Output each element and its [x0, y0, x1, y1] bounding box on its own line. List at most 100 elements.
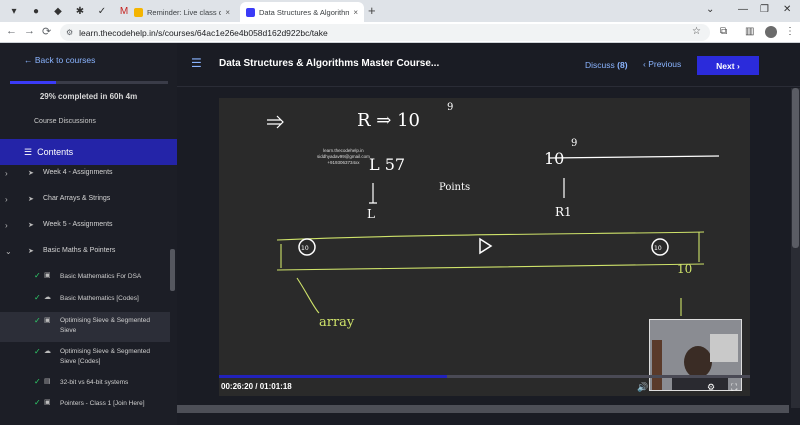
section-label: Week 4 - Assignments	[43, 169, 113, 176]
chrome-menu-icon[interactable]: ⋮	[785, 26, 795, 37]
browser-tab-strip: ▾ ● ◆ ✱ ✓ M Reminder: Live class on in -…	[0, 0, 800, 22]
address-bar-row: ← → ⟳ ⚙ learn.thecodehelp.in/s/courses/6…	[0, 22, 800, 43]
board-exp-1: 9	[447, 102, 453, 113]
video-icon: ▣	[44, 272, 51, 279]
forward-10-icon[interactable]: 10	[651, 238, 669, 256]
tab-reminder[interactable]: Reminder: Live class on in - ×	[128, 2, 236, 22]
check-icon: ✓	[34, 271, 41, 280]
url-field[interactable]: ⚙ learn.thecodehelp.in/s/courses/64ac1e2…	[60, 24, 710, 41]
lesson-item[interactable]: ✓ ▣ Pointers - Class 1 [Join Here]	[0, 397, 170, 417]
board-array-label: array	[319, 315, 355, 330]
check-icon: ✓	[34, 316, 41, 325]
page-scrollbar[interactable]	[791, 88, 800, 408]
board-points: Points	[439, 182, 470, 193]
tab-list-icon[interactable]: ▾	[6, 3, 22, 19]
hamburger-menu-icon[interactable]: ☰	[191, 56, 202, 70]
course-discussions-link[interactable]: Course Discussions	[34, 118, 96, 125]
site-info-icon[interactable]: ⚙	[66, 28, 73, 37]
restore-button[interactable]: ❐	[760, 4, 769, 15]
bell-icon	[134, 7, 143, 17]
document-icon: ▤	[44, 378, 51, 385]
discuss-label: Discuss	[585, 60, 615, 70]
check-icon: ✓	[34, 293, 41, 302]
new-tab-button[interactable]: +	[368, 3, 376, 18]
board-text-left: L 57	[369, 155, 405, 174]
url-text: learn.thecodehelp.in/s/courses/64ac1e26e…	[79, 27, 328, 38]
lesson-item-current[interactable]: ✓ ▣ Optimising Sieve & Segmented Sieve	[0, 312, 170, 342]
array-bottom-line	[276, 263, 705, 271]
lesson-item[interactable]: ✓ ☁ Basic Mathematics [Codes]	[0, 291, 170, 313]
lesson-item[interactable]: ✓ ▤ 32-bit vs 64-bit systems	[0, 376, 170, 396]
arrow-left-icon: ←	[24, 55, 35, 65]
back-label: Back to courses	[34, 55, 96, 65]
horizontal-scrollbar[interactable]	[177, 405, 789, 413]
section-label: Week 5 - Assignments	[43, 221, 113, 228]
current-time: 00:26:20	[221, 382, 254, 391]
next-button[interactable]: Next ›	[697, 56, 759, 75]
lesson-label: Basic Mathematics [Codes]	[60, 295, 139, 302]
settings-icon[interactable]: ⚙	[707, 382, 715, 393]
lesson-label: Optimising Sieve & Segmented Sieve	[60, 317, 150, 334]
lesson-label: Basic Mathematics For DSA	[60, 273, 142, 280]
previous-label: Previous	[648, 59, 682, 69]
board-bottom-right: 10	[677, 262, 692, 276]
back-to-courses-link[interactable]: ← Back to courses	[24, 55, 95, 65]
chevron-right-icon: ›	[5, 221, 8, 230]
lesson-label: 32-bit vs 64-bit systems	[60, 379, 129, 386]
board-text-r: R ⇒ 10	[357, 110, 420, 131]
previous-button[interactable]: ‹ Previous	[643, 59, 681, 69]
watermark-line: +9193063734xx	[327, 160, 360, 165]
section-label: Basic Maths & Pointers	[43, 247, 116, 254]
close-icon[interactable]: ×	[353, 8, 358, 17]
course-sidebar: ← Back to courses 29% completed in 60h 4…	[0, 43, 177, 425]
tab-favicon-3[interactable]: ✱	[72, 3, 88, 19]
check-icon: ✓	[34, 347, 41, 356]
array-top-line	[276, 231, 705, 241]
tab-search-icon[interactable]: ⌄	[706, 4, 714, 15]
close-window-button[interactable]: ✕	[783, 4, 791, 15]
line-scribble	[548, 155, 720, 159]
profile-avatar[interactable]	[765, 26, 777, 38]
video-icon: ▣	[44, 317, 51, 324]
code-icon: ☁	[44, 294, 51, 301]
minimize-button[interactable]: —	[738, 4, 748, 15]
tab-course[interactable]: Data Structures & Algorithms M ×	[240, 2, 364, 22]
lesson-label: Pointers - Class 1 [Join Here]	[60, 400, 145, 407]
chevron-right-icon: ›	[734, 60, 740, 71]
next-label: Next	[716, 60, 735, 71]
bullet-icon: ➤	[28, 196, 34, 203]
chevron-down-icon: ⌄	[5, 247, 12, 256]
tab-title: Reminder: Live class on in -	[147, 7, 222, 17]
board-text-right: 10	[544, 149, 564, 168]
bookmark-star-icon[interactable]: ☆	[692, 26, 701, 37]
video-seek-bar[interactable]	[219, 375, 750, 378]
side-panel-icon[interactable]: ▥	[745, 26, 754, 37]
extensions-icon[interactable]: ⧉	[720, 26, 727, 37]
fullscreen-icon[interactable]: ⛶	[731, 382, 737, 393]
forward-arrow-icon[interactable]: →	[24, 25, 35, 37]
back-arrow-icon[interactable]: ←	[6, 25, 17, 37]
progress-fill	[10, 81, 56, 84]
tab-favicon-4[interactable]: ✓	[94, 3, 110, 19]
play-icon[interactable]	[479, 237, 493, 255]
lesson-item[interactable]: ✓ ▣ Basic Mathematics For DSA	[0, 269, 170, 291]
reload-icon[interactable]: ⟳	[42, 25, 51, 38]
tab-favicon-2[interactable]: ◆	[50, 3, 66, 19]
discuss-link[interactable]: Discuss (8)	[585, 60, 628, 70]
duration: / 01:01:18	[255, 382, 292, 391]
forward-seconds: 10	[654, 245, 662, 252]
rewind-10-icon[interactable]: 10	[298, 238, 316, 256]
bullet-icon: ➤	[28, 170, 34, 177]
contents-header[interactable]: ☰ Contents	[0, 139, 177, 165]
page-scroll-thumb[interactable]	[792, 88, 799, 248]
course-header: ☰ Data Structures & Algorithms Master Co…	[177, 43, 800, 87]
video-player[interactable]: R ⇒ 10 9 L 57 10 9 Points L R1 array 10 …	[219, 98, 750, 396]
seek-fill	[219, 375, 448, 378]
close-icon[interactable]: ×	[225, 8, 230, 17]
github-icon[interactable]: ●	[28, 3, 44, 19]
discuss-count: (8)	[617, 60, 628, 70]
lesson-item[interactable]: ✓ ☁ Optimising Sieve & Segmented Sieve [C…	[0, 345, 170, 373]
sidebar-scrollbar[interactable]	[170, 249, 175, 291]
volume-icon[interactable]: 🔊	[637, 382, 648, 393]
course-progress-bar	[10, 81, 168, 84]
